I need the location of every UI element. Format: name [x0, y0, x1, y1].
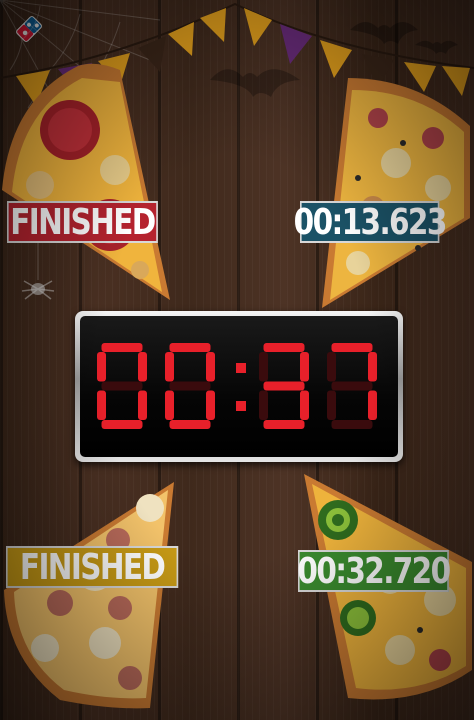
timer-segment	[138, 390, 147, 420]
timer-segment	[368, 390, 377, 420]
timer-digits	[97, 343, 377, 429]
timer-segment	[300, 390, 309, 420]
player-top-left-status: FINISHED	[7, 201, 158, 243]
timer-segment	[101, 381, 143, 391]
timer-segment	[327, 390, 336, 420]
player-bottom-left-status: FINISHED	[6, 546, 179, 588]
timer-segment	[263, 343, 305, 352]
timer-segment	[300, 352, 309, 382]
timer-segment	[259, 352, 268, 382]
pizza-slice-top-left	[2, 63, 170, 300]
timer-digit	[97, 343, 147, 429]
timer-segment	[368, 352, 377, 382]
timer-colon-dot	[236, 363, 246, 373]
timer-segment	[263, 381, 305, 391]
timer-segment	[101, 343, 143, 352]
timer-segment	[206, 390, 215, 420]
timer-segment	[101, 420, 143, 429]
timer-segment	[169, 420, 211, 429]
timer-segment	[331, 420, 373, 429]
timer-segment	[263, 420, 305, 429]
timer-colon-dot	[236, 401, 246, 411]
timer-segment	[169, 343, 211, 352]
timer-segment	[138, 352, 147, 382]
timer-segment	[165, 390, 174, 420]
timer-segment	[169, 381, 211, 391]
timer-digit	[259, 343, 309, 429]
timer-segment	[331, 381, 373, 391]
timer-digit	[165, 343, 215, 429]
player-top-right-timer: 00:13.623	[293, 201, 447, 243]
timer-segment	[97, 390, 106, 420]
timer-segment	[206, 352, 215, 382]
countdown-timer	[75, 311, 403, 462]
timer-segment	[259, 390, 268, 420]
pizza-slice-top-right	[322, 78, 470, 308]
timer-segment	[97, 352, 106, 382]
game-screen: FINISHED 00:13.623 FINISHED 00:32.720	[0, 0, 474, 720]
pizza-slice-bottom-left	[4, 482, 174, 709]
timer-segment	[165, 352, 174, 382]
timer-display	[80, 316, 398, 457]
timer-digit	[327, 343, 377, 429]
player-bottom-right-timer: 00:32.720	[297, 550, 451, 592]
timer-segment	[331, 343, 373, 352]
timer-segment	[327, 352, 336, 382]
